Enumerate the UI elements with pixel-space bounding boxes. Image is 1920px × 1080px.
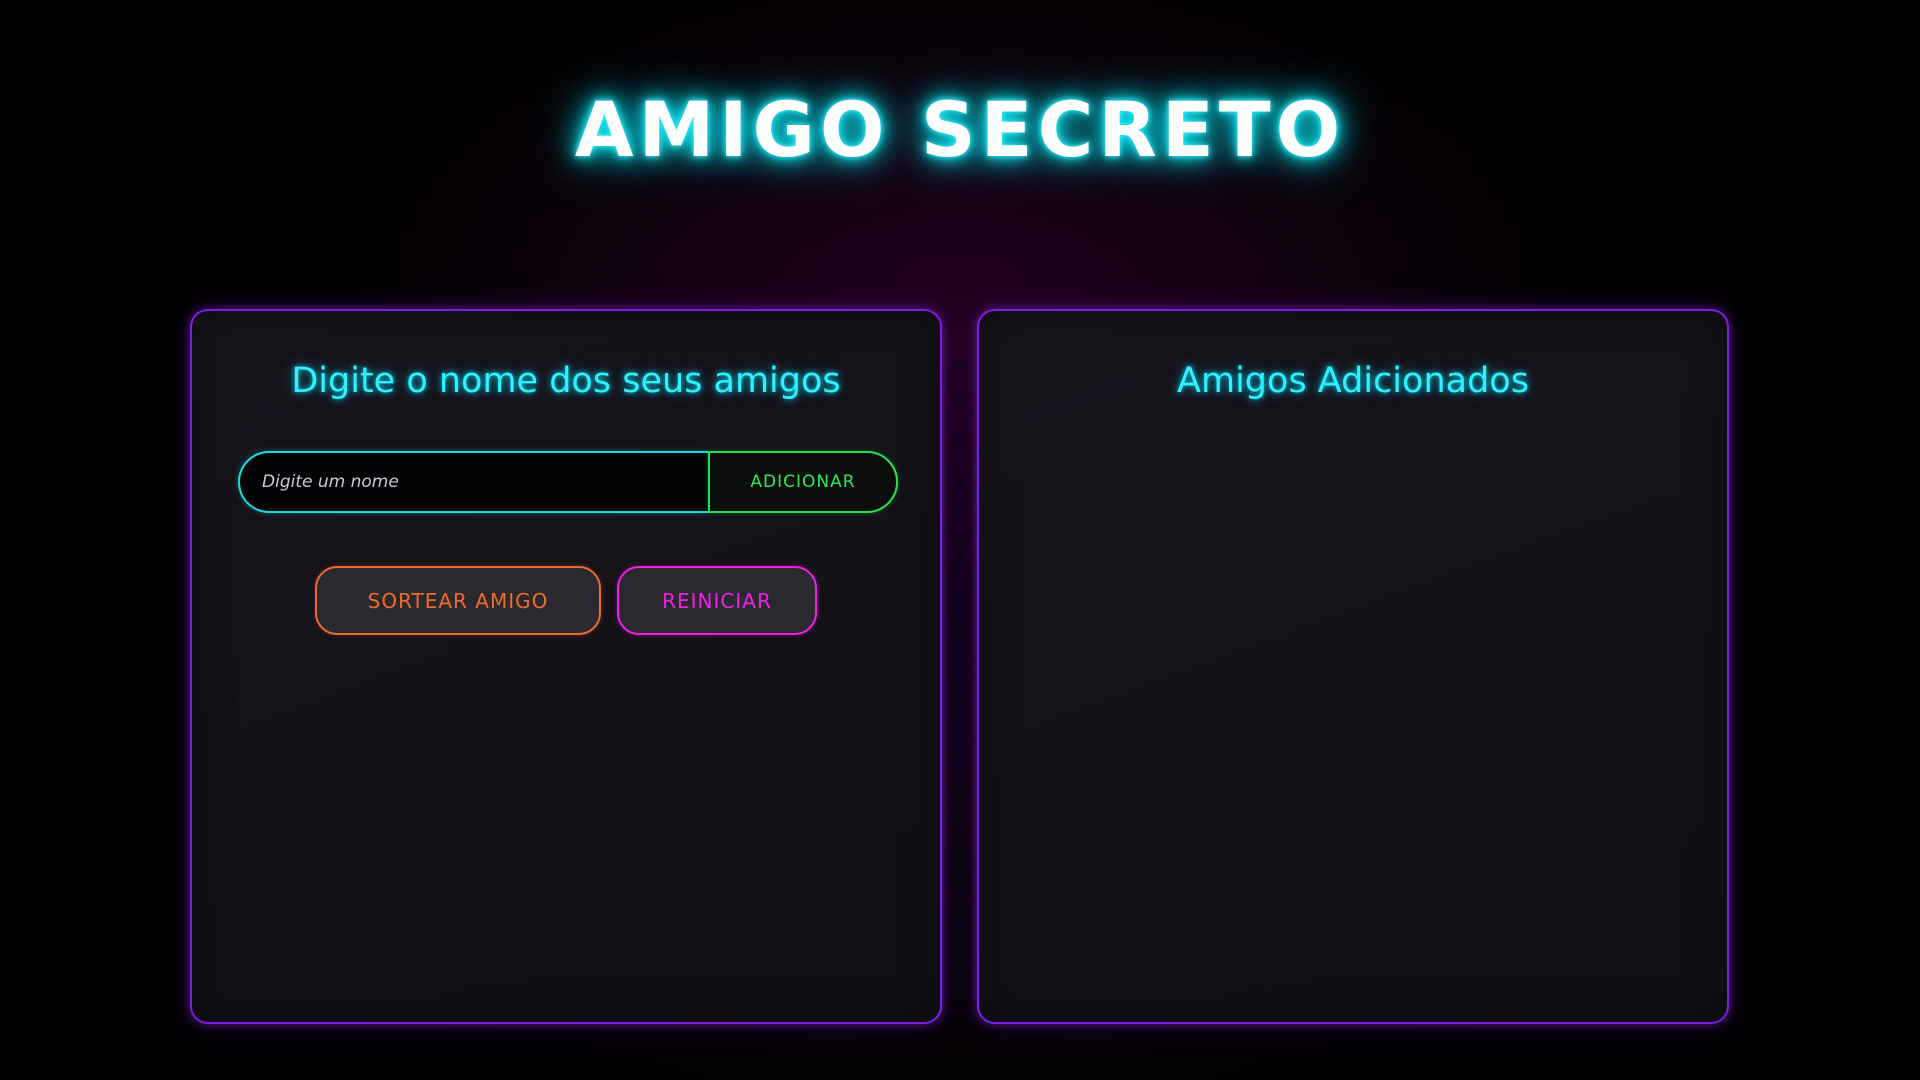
action-buttons: Sortear Amigo Reiniciar	[192, 566, 940, 635]
add-button[interactable]: Adicionar	[708, 451, 898, 513]
friends-panel-heading: Amigos Adicionados	[1177, 361, 1529, 401]
input-panel-heading: Digite o nome dos seus amigos	[291, 361, 841, 401]
reset-button[interactable]: Reiniciar	[617, 566, 817, 635]
name-input[interactable]	[238, 451, 708, 513]
friends-panel: Amigos Adicionados	[977, 309, 1729, 1024]
draw-friend-button[interactable]: Sortear Amigo	[315, 566, 601, 635]
input-panel: Digite o nome dos seus amigos Adicionar …	[190, 309, 942, 1024]
add-friend-row: Adicionar	[238, 451, 898, 513]
friends-list	[1019, 441, 1687, 982]
page-title: AMIGO SECRETO	[574, 85, 1346, 174]
